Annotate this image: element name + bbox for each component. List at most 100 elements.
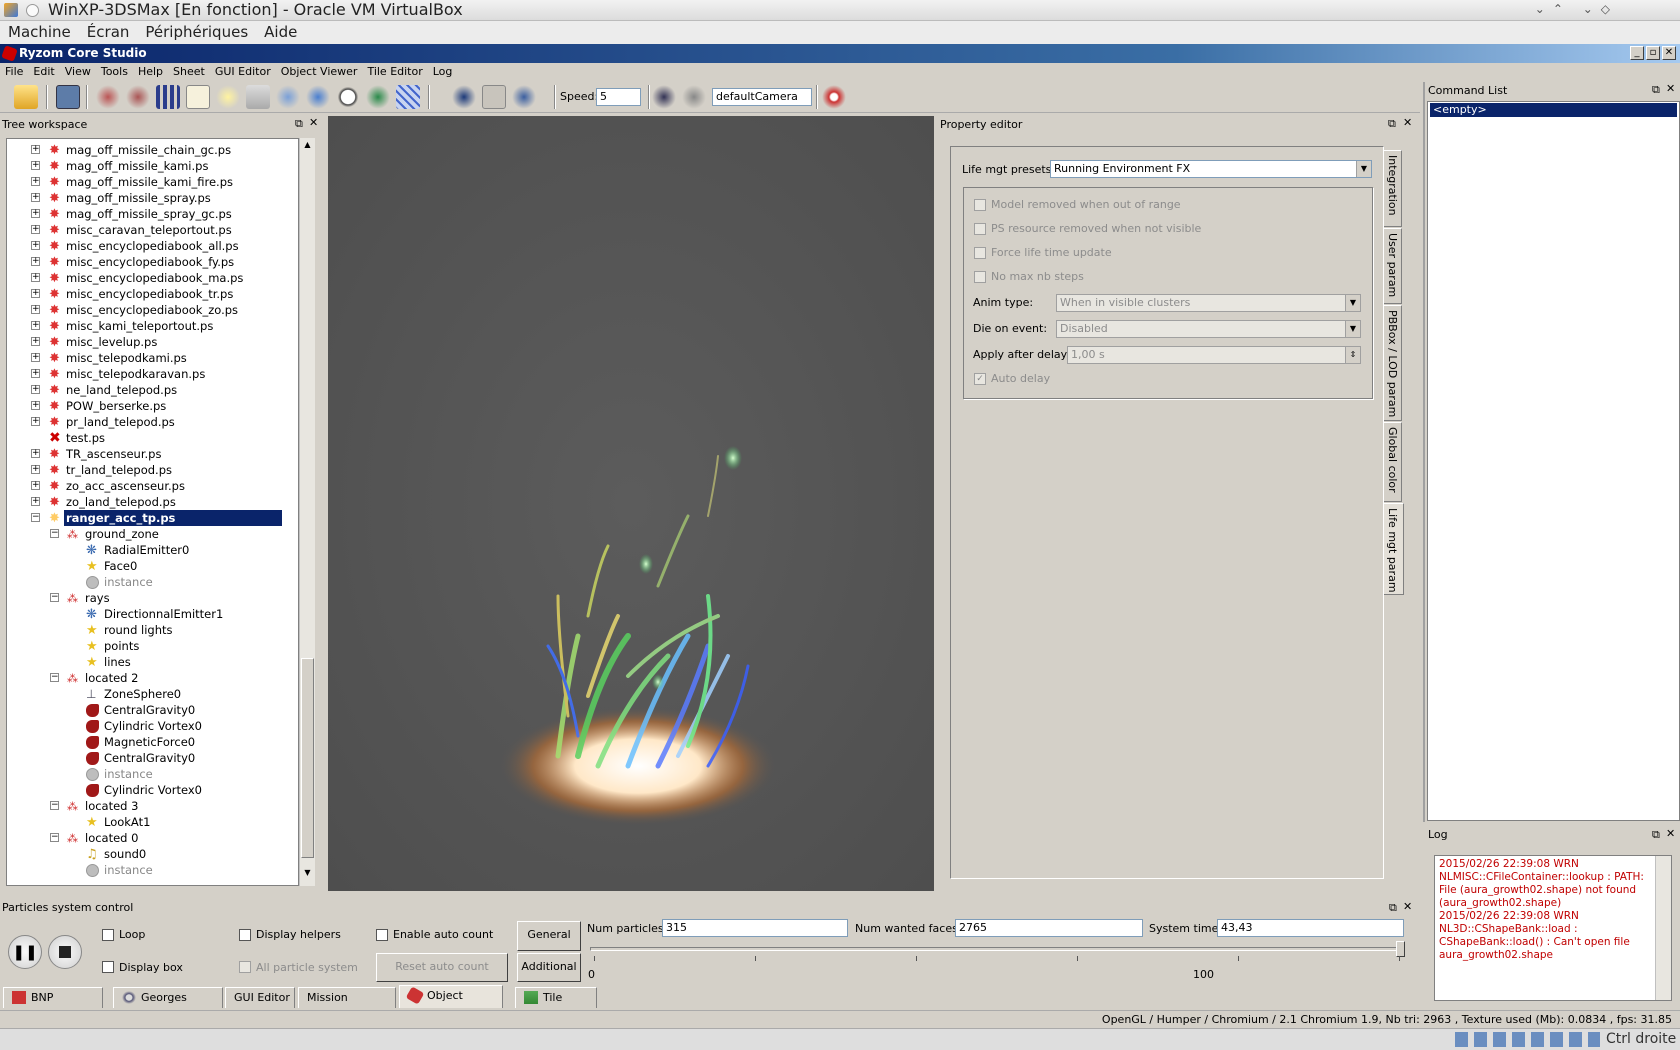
menu-help[interactable]: Help bbox=[133, 63, 168, 80]
additional-button[interactable]: Additional bbox=[517, 953, 581, 982]
no-max-steps-checkbox[interactable] bbox=[974, 271, 986, 283]
pause-button[interactable]: ❚❚ bbox=[8, 935, 42, 969]
close-icon[interactable]: ✕ bbox=[1403, 117, 1412, 129]
tree-item[interactable]: + ✸ mag_off_missile_spray_gc.ps bbox=[7, 206, 298, 222]
tree-item[interactable]: ♫ sound0 bbox=[7, 846, 298, 862]
close-icon[interactable]: ✕ bbox=[1403, 901, 1412, 913]
general-button[interactable]: General bbox=[517, 921, 581, 951]
tab-integration[interactable]: Integration bbox=[1384, 150, 1402, 227]
speed-spinbox[interactable]: 5 bbox=[596, 88, 641, 106]
menu-object-viewer[interactable]: Object Viewer bbox=[276, 63, 363, 80]
expand-icon[interactable]: + bbox=[31, 161, 40, 170]
enable-auto-count-checkbox[interactable] bbox=[376, 929, 388, 941]
force-lifetime-checkbox[interactable] bbox=[974, 247, 986, 259]
all-particle-system-checkbox[interactable] bbox=[239, 961, 251, 973]
expand-icon[interactable]: + bbox=[31, 449, 40, 458]
tree-item[interactable]: + ✸ POW_berserke.ps bbox=[7, 398, 298, 414]
minimize-button[interactable]: _ bbox=[1630, 46, 1644, 60]
time-slider-handle[interactable] bbox=[1396, 941, 1405, 957]
tree-item[interactable]: + ✸ tr_land_telepod.ps bbox=[7, 462, 298, 478]
expand-icon[interactable]: + bbox=[31, 225, 40, 234]
tree-item[interactable]: + ✸ misc_kami_teleportout.ps bbox=[7, 318, 298, 334]
collapse-icon[interactable]: − bbox=[50, 593, 59, 602]
vbox-menu-ecran[interactable]: Écran bbox=[87, 21, 130, 43]
tab-pbbox-lod[interactable]: PBBox / LOD param bbox=[1384, 305, 1402, 421]
tab-georges-editor[interactable]: Georges Editor bbox=[113, 987, 223, 1023]
tree-item[interactable]: + ✸ misc_telepodkaravan.ps bbox=[7, 366, 298, 382]
tree-item[interactable]: + ✸ ne_land_telepod.ps bbox=[7, 382, 298, 398]
tree-item[interactable]: + ✸ misc_encyclopediabook_tr.ps bbox=[7, 286, 298, 302]
scroll-thumb[interactable] bbox=[301, 658, 314, 858]
remove-camera-icon[interactable] bbox=[682, 85, 706, 109]
add-camera-icon[interactable] bbox=[652, 85, 676, 109]
expand-icon[interactable]: + bbox=[31, 257, 40, 266]
wind-icon[interactable] bbox=[276, 85, 300, 109]
reset-auto-count-button[interactable]: Reset auto count bbox=[376, 953, 508, 982]
animation-icon[interactable] bbox=[126, 85, 150, 109]
num-particles-field[interactable]: 315 bbox=[662, 919, 848, 937]
tree-item[interactable]: instance bbox=[7, 862, 298, 878]
menu-log[interactable]: Log bbox=[428, 63, 458, 80]
close-icon[interactable]: ✕ bbox=[1666, 83, 1675, 95]
vbox-pin-icon[interactable] bbox=[26, 4, 39, 17]
scroll-down-icon[interactable]: ▼ bbox=[301, 868, 314, 881]
tree-item[interactable]: + ✸ misc_caravan_teleportout.ps bbox=[7, 222, 298, 238]
tree-item[interactable]: + ✸ misc_encyclopediabook_all.ps bbox=[7, 238, 298, 254]
auto-delay-checkbox[interactable]: ✓ bbox=[974, 373, 986, 385]
collapse-icon[interactable]: − bbox=[50, 673, 59, 682]
tree-item[interactable]: + ✸ misc_encyclopediabook_fy.ps bbox=[7, 254, 298, 270]
collapse-icon[interactable]: − bbox=[50, 833, 59, 842]
tab-tile-editor[interactable]: Tile Editor bbox=[515, 987, 597, 1023]
tree-item[interactable]: ✖ test.ps bbox=[7, 430, 298, 446]
float-icon[interactable]: ⧉ bbox=[1652, 829, 1660, 841]
close-icon[interactable]: ✕ bbox=[309, 117, 318, 129]
vbox-menu-machine[interactable]: Machine bbox=[8, 21, 71, 43]
particle-editor-icon[interactable] bbox=[186, 85, 210, 109]
tree-item-selected[interactable]: − ✸ ranger_acc_tp.ps bbox=[7, 510, 298, 526]
bones-icon[interactable] bbox=[156, 85, 180, 109]
expand-icon[interactable]: + bbox=[31, 337, 40, 346]
tree-item[interactable]: + ✸ zo_acc_ascenseur.ps bbox=[7, 478, 298, 494]
tab-mission-compiler[interactable]: Mission Compiler bbox=[298, 987, 396, 1023]
expand-icon[interactable]: + bbox=[31, 465, 40, 474]
system-time-field[interactable]: 43,43 bbox=[1217, 919, 1404, 937]
tab-object-viewer[interactable]: Object Viewer bbox=[399, 985, 503, 1021]
tab-user-param[interactable]: User param bbox=[1384, 228, 1402, 304]
die-event-select[interactable]: Disabled ▼ bbox=[1056, 320, 1361, 338]
collapse-icon[interactable]: − bbox=[31, 513, 40, 522]
collapse-icon[interactable]: − bbox=[50, 529, 59, 538]
expand-icon[interactable]: + bbox=[31, 497, 40, 506]
menu-gui-editor[interactable]: GUI Editor bbox=[210, 63, 276, 80]
command-list-item[interactable]: <empty> bbox=[1430, 103, 1677, 117]
menu-edit[interactable]: Edit bbox=[28, 63, 59, 80]
vbox-menu-peripheriques[interactable]: Périphériques bbox=[145, 21, 248, 43]
tree-item[interactable]: − ⁂ ground_zone bbox=[7, 526, 298, 542]
expand-icon[interactable]: + bbox=[31, 209, 40, 218]
anim-type-select[interactable]: When in visible clusters ▼ bbox=[1056, 294, 1361, 312]
reload-icon[interactable] bbox=[56, 85, 80, 109]
tree-item[interactable]: + ✸ misc_encyclopediabook_zo.ps bbox=[7, 302, 298, 318]
collapse-icon[interactable]: − bbox=[50, 801, 59, 810]
expand-icon[interactable]: + bbox=[31, 241, 40, 250]
close-button[interactable]: ✕ bbox=[1662, 46, 1676, 60]
tab-gui-editor[interactable]: GUI Editor bbox=[225, 987, 295, 1008]
expand-icon[interactable]: + bbox=[31, 305, 40, 314]
clock-icon[interactable] bbox=[336, 85, 360, 109]
menu-tile-editor[interactable]: Tile Editor bbox=[362, 63, 427, 80]
menu-tools[interactable]: Tools bbox=[96, 63, 133, 80]
apply-delay-spinbox[interactable]: 1,00 s ⇕ bbox=[1067, 346, 1361, 364]
menu-view[interactable]: View bbox=[60, 63, 96, 80]
tree-item[interactable]: ★ Face0 bbox=[7, 558, 298, 574]
tree-item[interactable]: instance bbox=[7, 574, 298, 590]
life-presets-select[interactable]: Running Environment FX ▼ bbox=[1050, 160, 1372, 178]
log-output[interactable]: 2015/02/26 22:39:08 WRN NLMISC::CFileCon… bbox=[1434, 855, 1672, 1001]
float-icon[interactable]: ⧉ bbox=[1652, 84, 1660, 96]
display-helpers-checkbox[interactable] bbox=[239, 929, 251, 941]
tree-item[interactable]: + ✸ mag_off_missile_kami.ps bbox=[7, 158, 298, 174]
menu-file[interactable]: File bbox=[0, 63, 28, 80]
expand-icon[interactable]: + bbox=[31, 401, 40, 410]
expand-icon[interactable]: + bbox=[31, 177, 40, 186]
tree-item[interactable]: ★ round lights bbox=[7, 622, 298, 638]
model-removed-checkbox[interactable] bbox=[974, 199, 986, 211]
tree-item[interactable]: Cylindric Vortex0 bbox=[7, 718, 298, 734]
